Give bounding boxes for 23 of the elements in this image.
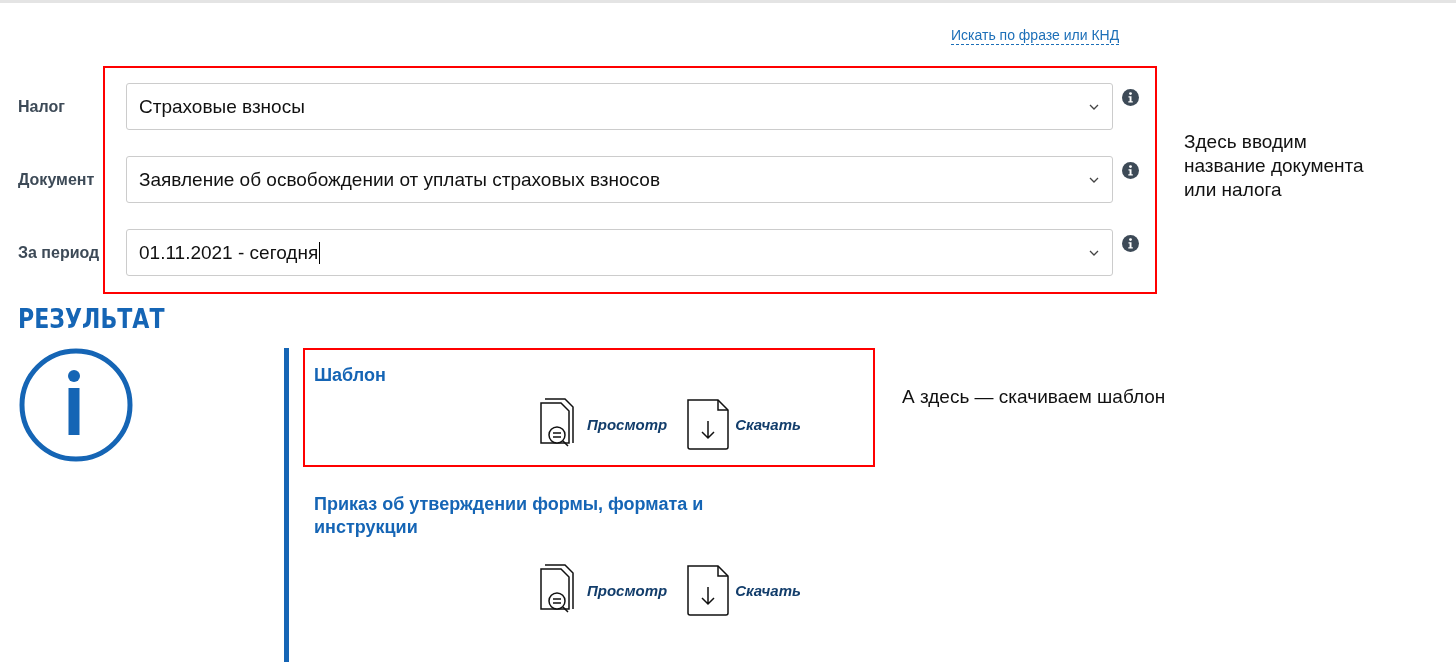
download-link[interactable]: Скачать	[685, 563, 801, 617]
field-label: Налог	[18, 96, 66, 117]
annotation-text: Здесь вводим название документа или налога	[1184, 130, 1365, 202]
result-heading: РЕЗУЛЬТАТ	[18, 304, 165, 334]
field-label: Документ	[18, 169, 96, 190]
annotation-text: А здесь — скачиваем шаблон	[902, 386, 1166, 408]
card-title: Шаблон	[314, 364, 387, 387]
chevron-down-icon	[1088, 175, 1100, 184]
info-icon[interactable]	[1122, 162, 1139, 179]
dropdown-field[interactable]: Заявление об освобождении от уплаты страховых взносов	[126, 156, 1113, 203]
chevron-down-icon	[1088, 102, 1100, 111]
info-icon[interactable]	[1122, 89, 1139, 106]
dropdown-field[interactable]: 01.11.2021 - сегодня	[126, 229, 1113, 276]
preview-link[interactable]: Просмотр	[537, 397, 668, 451]
field-label: За период	[18, 242, 101, 263]
card-title: Приказ об утверждении формы, формата и инструкции	[314, 493, 705, 539]
chevron-down-icon	[1088, 248, 1100, 257]
preview-link[interactable]: Просмотр	[537, 563, 668, 617]
info-icon	[19, 348, 133, 462]
download-link[interactable]: Скачать	[685, 397, 801, 451]
dropdown-field[interactable]: Страховые взносы	[126, 83, 1113, 130]
info-icon[interactable]	[1122, 235, 1139, 252]
search-by-phrase-link[interactable]: Искать по фразе или КНД	[951, 27, 1120, 45]
